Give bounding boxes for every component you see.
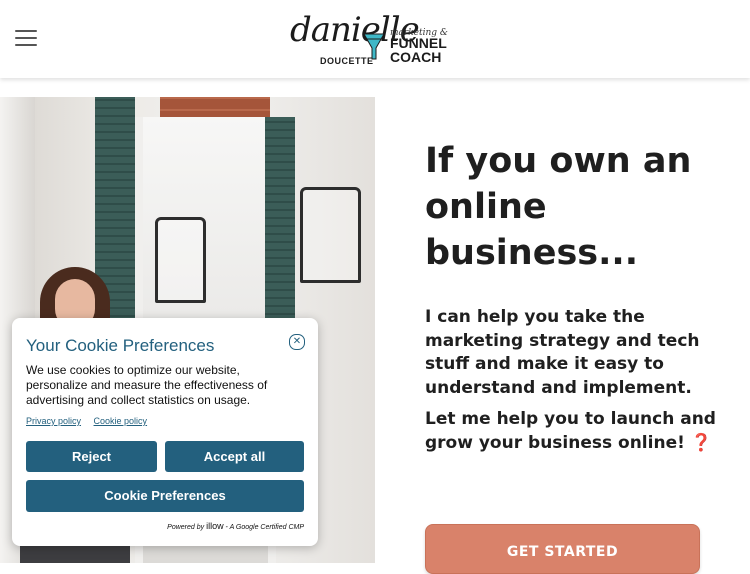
site-header: danielle DOUCETTE marketing & FUNNEL COA… — [0, 0, 750, 78]
get-started-button[interactable]: GET STARTED — [425, 524, 700, 574]
funnel-icon — [363, 33, 385, 60]
powered-by-note: Powered by illow - A Google Certified CM… — [167, 521, 304, 531]
cookie-preferences-dialog: Your Cookie Preferences ✕ We use cookies… — [12, 318, 318, 546]
site-logo[interactable]: danielle DOUCETTE marketing & FUNNEL COA… — [290, 4, 450, 72]
powered-prefix: Powered by — [167, 524, 205, 531]
hero-headline: If you own an online business... — [425, 141, 692, 273]
powered-brand: illow — [206, 521, 224, 531]
accept-all-button[interactable]: Accept all — [165, 441, 304, 472]
logo-tagline-mid: FUNNEL — [390, 35, 447, 51]
cookie-preferences-button[interactable]: Cookie Preferences — [26, 480, 304, 512]
privacy-policy-link[interactable]: Privacy policy — [26, 416, 81, 426]
hero-paragraph-1: I can help you take the marketing strate… — [425, 307, 700, 398]
reject-button[interactable]: Reject — [26, 441, 157, 472]
cookie-description: We use cookies to optimize our website, … — [26, 363, 268, 407]
cookie-policy-link[interactable]: Cookie policy — [94, 416, 148, 426]
close-icon[interactable]: ✕ — [289, 334, 305, 350]
cookie-dialog-title: Your Cookie Preferences — [26, 336, 215, 355]
hero-paragraph-2: Let me help you to launch and grow your … — [425, 409, 716, 453]
logo-tagline-bottom: COACH — [390, 49, 442, 65]
cookie-policy-links: Privacy policy Cookie policy — [26, 416, 157, 426]
powered-suffix: - A Google Certified CMP — [225, 524, 304, 531]
hamburger-menu-icon[interactable] — [15, 30, 37, 48]
